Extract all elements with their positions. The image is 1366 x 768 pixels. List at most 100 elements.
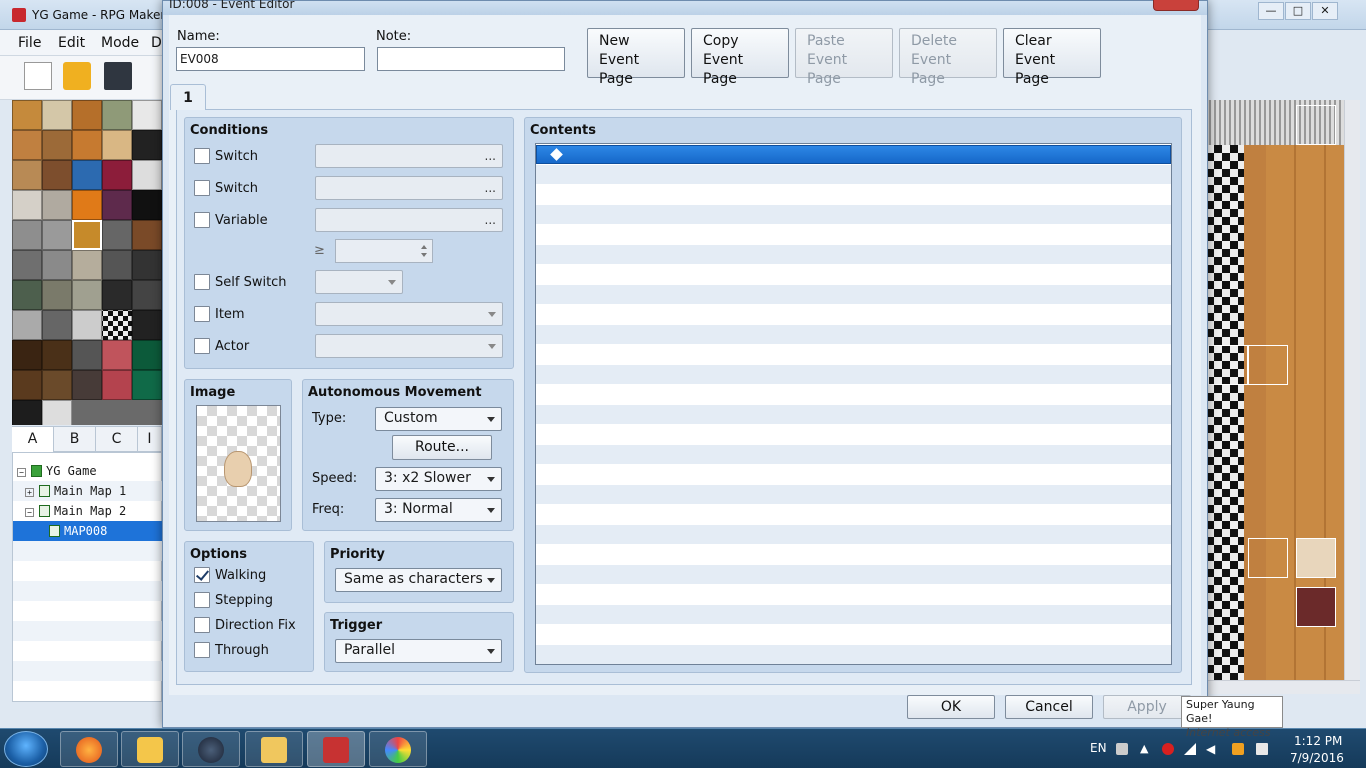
tile[interactable] (102, 100, 132, 130)
tile[interactable] (72, 370, 102, 400)
command-row[interactable] (536, 165, 1171, 184)
wifi-signal-icon[interactable] (1184, 743, 1196, 755)
language-indicator[interactable]: EN (1090, 741, 1107, 755)
tree-item-main-map-1[interactable]: + Main Map 1 (13, 481, 163, 501)
command-row[interactable] (536, 225, 1171, 244)
tileset-tab-d[interactable]: I (138, 427, 162, 452)
variable-value-spinner[interactable] (335, 239, 433, 263)
tile[interactable] (42, 370, 72, 400)
tile[interactable] (132, 160, 162, 190)
tile[interactable] (102, 340, 132, 370)
command-row[interactable] (536, 285, 1171, 304)
tile[interactable] (72, 340, 102, 370)
show-hidden-icons-icon[interactable]: ▲ (1140, 743, 1152, 755)
menu-edit[interactable]: Edit (58, 35, 85, 51)
copy-event-page-button[interactable]: Copy Event Page (691, 28, 789, 87)
switch2-selector[interactable]: ... (315, 176, 503, 200)
command-row[interactable] (536, 565, 1171, 584)
tile[interactable] (72, 250, 102, 280)
command-row[interactable] (536, 245, 1171, 264)
event-cell[interactable] (1296, 105, 1336, 145)
event-command-list[interactable] (535, 143, 1172, 665)
tile[interactable] (12, 130, 42, 160)
tree-item-main-map-2[interactable]: − Main Map 2 (13, 501, 163, 521)
actor-checkbox[interactable] (194, 338, 210, 354)
ok-button[interactable]: OK (907, 695, 995, 719)
tile[interactable] (102, 160, 132, 190)
tile[interactable] (132, 220, 162, 250)
tile[interactable] (12, 370, 42, 400)
delete-event-page-button[interactable]: Delete Event Page (899, 28, 997, 87)
tile[interactable] (102, 250, 132, 280)
item-checkbox[interactable] (194, 306, 210, 322)
event-cell[interactable] (1248, 538, 1288, 578)
map-vertical-scrollbar[interactable] (1344, 100, 1360, 680)
tile[interactable] (72, 130, 102, 160)
tile[interactable] (72, 100, 102, 130)
movement-type-dropdown[interactable]: Custom (375, 407, 502, 431)
tree-item-project[interactable]: − YG Game (13, 461, 163, 481)
tile[interactable] (72, 310, 102, 340)
new-project-icon[interactable] (24, 62, 52, 90)
command-row[interactable] (536, 405, 1171, 424)
tile[interactable] (72, 190, 102, 220)
event-cell[interactable] (1208, 345, 1248, 385)
tile[interactable] (12, 160, 42, 190)
note-input[interactable] (377, 47, 565, 71)
new-event-page-button[interactable]: New Event Page (587, 28, 685, 87)
clear-event-page-button[interactable]: Clear Event Page (1003, 28, 1101, 87)
tile[interactable] (132, 130, 162, 160)
through-checkbox[interactable] (194, 642, 210, 658)
apply-button[interactable]: Apply (1103, 695, 1191, 719)
minimize-button[interactable]: — (1258, 2, 1284, 20)
tile[interactable] (102, 310, 132, 340)
tile[interactable] (132, 280, 162, 310)
movement-freq-dropdown[interactable]: 3: Normal (375, 498, 502, 522)
open-project-icon[interactable] (63, 62, 91, 90)
tile[interactable] (42, 250, 72, 280)
command-row[interactable] (536, 305, 1171, 324)
command-row[interactable] (536, 465, 1171, 484)
tile[interactable] (132, 190, 162, 220)
tile[interactable] (132, 310, 162, 340)
tree-item-map008[interactable]: MAP008 (13, 521, 163, 541)
tile[interactable] (102, 190, 132, 220)
tile[interactable] (102, 280, 132, 310)
command-row[interactable] (536, 445, 1171, 464)
tile[interactable] (132, 370, 162, 400)
command-row[interactable] (536, 485, 1171, 504)
command-row[interactable] (536, 425, 1171, 444)
switch1-checkbox[interactable] (194, 148, 210, 164)
tile[interactable] (12, 400, 42, 425)
volume-icon[interactable]: ◀ (1206, 743, 1218, 755)
taskbar-steam[interactable] (182, 731, 240, 767)
name-input[interactable]: EV008 (176, 47, 365, 71)
tile[interactable] (72, 280, 102, 310)
tile[interactable] (12, 280, 42, 310)
tile[interactable] (42, 160, 72, 190)
map-horizontal-scrollbar[interactable] (1206, 680, 1360, 694)
command-row[interactable] (536, 205, 1171, 224)
actor-dropdown[interactable] (315, 334, 503, 358)
tile[interactable] (12, 250, 42, 280)
item-dropdown[interactable] (315, 302, 503, 326)
taskbar-pinned-app[interactable] (121, 731, 179, 767)
route-button[interactable]: Route... (392, 435, 492, 460)
dog-event-icon[interactable] (1296, 538, 1336, 578)
menu-file[interactable]: File (18, 35, 41, 51)
antivirus-icon[interactable] (1162, 743, 1174, 755)
clock-time[interactable]: 1:12 PM (1294, 734, 1342, 748)
command-row-selected[interactable] (536, 145, 1171, 164)
tile-selected[interactable] (72, 220, 102, 250)
expand-icon[interactable]: + (25, 488, 34, 497)
event-image-preview[interactable] (196, 405, 281, 522)
collapse-icon[interactable]: − (17, 468, 26, 477)
command-row[interactable] (536, 525, 1171, 544)
battery-icon[interactable] (1256, 743, 1268, 755)
command-row[interactable] (536, 645, 1171, 664)
taskbar-file-explorer[interactable] (245, 731, 303, 767)
variable-selector[interactable]: ... (315, 208, 503, 232)
menu-d[interactable]: D (151, 35, 162, 51)
save-project-icon[interactable] (104, 62, 132, 90)
tile[interactable] (132, 100, 162, 130)
